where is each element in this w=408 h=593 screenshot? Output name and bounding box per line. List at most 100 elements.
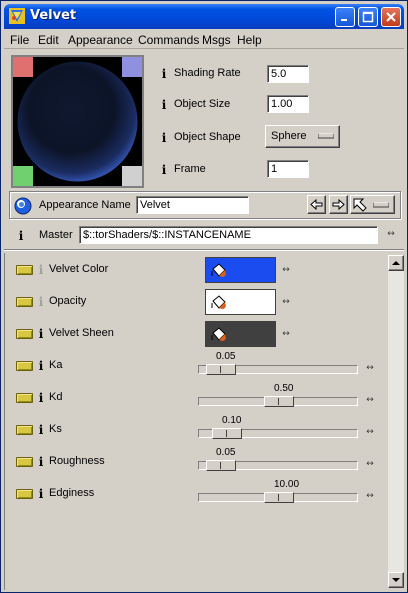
info-icon[interactable]: i — [37, 488, 45, 500]
scroll-down-button[interactable] — [388, 572, 404, 588]
option-menu-icon — [318, 133, 334, 139]
arrow-up-icon — [392, 261, 400, 265]
close-button[interactable] — [381, 7, 401, 27]
param-toggle[interactable] — [16, 361, 33, 371]
link-icon[interactable]: ↔ — [363, 426, 377, 440]
info-icon[interactable]: i — [37, 296, 45, 308]
link-icon[interactable]: ↔ — [384, 228, 398, 242]
minimize-icon — [341, 19, 347, 21]
master-label: Master — [39, 229, 73, 241]
info-icon[interactable]: i — [160, 132, 168, 144]
info-icon[interactable]: i — [160, 99, 168, 111]
master-field[interactable]: $::torShaders/$::INSTANCENAME — [79, 226, 378, 244]
forward-button[interactable] — [329, 195, 348, 214]
title-bar[interactable]: Velvet — [4, 4, 404, 29]
object-shape-dropdown[interactable]: Sphere — [265, 125, 340, 148]
info-icon[interactable]: i — [37, 456, 45, 468]
slider-value: 10.00 — [274, 479, 300, 490]
sphere-preview — [13, 57, 142, 186]
color-swatch[interactable] — [205, 321, 276, 347]
info-icon[interactable]: i — [160, 164, 168, 176]
param-toggle[interactable] — [16, 265, 33, 275]
object-size-field[interactable]: 1.00 — [267, 95, 309, 113]
appearance-name-label: Appearance Name — [39, 199, 131, 211]
shading-rate-field[interactable]: 5.0 — [267, 65, 309, 83]
link-icon[interactable]: ↔ — [363, 490, 377, 504]
frame-field[interactable]: 1 — [267, 160, 309, 178]
param-label: Ka — [49, 359, 63, 371]
param-label: Kd — [49, 391, 63, 403]
menu-msgs[interactable]: Msgs — [202, 33, 231, 47]
minimize-button[interactable] — [335, 7, 355, 27]
pointer-arrow-icon — [353, 198, 367, 212]
slider-value: 0.50 — [274, 383, 294, 394]
arrow-left-icon — [310, 198, 323, 211]
slider-thumb[interactable] — [212, 428, 242, 439]
globe-icon — [14, 197, 32, 215]
menu-edit[interactable]: Edit — [38, 33, 59, 47]
slider-thumb[interactable] — [206, 460, 236, 471]
menu-file[interactable]: File — [10, 33, 29, 47]
param-label: Roughness — [49, 455, 105, 467]
link-icon[interactable]: ↔ — [279, 296, 293, 310]
param-label: Velvet Sheen — [49, 327, 114, 339]
object-size-label: Object Size — [174, 98, 231, 110]
vertical-scrollbar[interactable] — [388, 255, 404, 588]
info-icon[interactable]: i — [37, 328, 45, 340]
link-icon[interactable]: ↔ — [363, 362, 377, 376]
menu-bar: File Edit Appearance Commands Msgs Help — [4, 30, 404, 49]
info-icon[interactable]: i — [37, 360, 45, 372]
param-toggle[interactable] — [16, 457, 33, 467]
slider-track[interactable] — [198, 396, 358, 407]
appearance-name-field[interactable]: Velvet — [136, 196, 249, 214]
param-toggle[interactable] — [16, 489, 33, 499]
param-label: Velvet Color — [49, 263, 109, 275]
info-icon[interactable]: i — [37, 424, 45, 436]
pick-button[interactable] — [350, 195, 395, 214]
link-icon[interactable]: ↔ — [363, 458, 377, 472]
color-swatch[interactable] — [205, 289, 276, 315]
paint-bucket-icon — [211, 263, 226, 277]
slider-thumb[interactable] — [264, 492, 294, 503]
slider-track[interactable] — [198, 428, 358, 439]
paint-bucket-icon — [211, 295, 226, 309]
param-label: Edginess — [49, 487, 95, 499]
info-icon[interactable]: i — [17, 230, 25, 242]
link-icon[interactable]: ↔ — [279, 328, 293, 342]
menu-appearance[interactable]: Appearance — [68, 33, 133, 47]
maximize-button[interactable] — [358, 7, 378, 27]
option-menu-icon — [373, 202, 389, 208]
menu-help[interactable]: Help — [237, 33, 262, 47]
slider-value: 0.05 — [216, 447, 236, 458]
slider-thumb[interactable] — [264, 396, 294, 407]
info-icon[interactable]: i — [160, 68, 168, 80]
info-icon[interactable]: i — [37, 264, 45, 276]
shading-rate-label: Shading Rate — [174, 67, 241, 79]
menu-commands[interactable]: Commands — [138, 33, 199, 47]
back-button[interactable] — [307, 195, 326, 214]
window-title: Velvet — [30, 8, 77, 23]
param-label: Ks — [49, 423, 62, 435]
slider-value: 0.05 — [216, 351, 236, 362]
slider-track[interactable] — [198, 364, 358, 375]
app-icon — [9, 8, 25, 24]
param-toggle[interactable] — [16, 329, 33, 339]
object-shape-value: Sphere — [271, 130, 307, 142]
app-window: Velvet File Edit Appearance Commands Msg… — [0, 0, 408, 593]
arrow-right-icon — [332, 198, 345, 211]
close-icon — [386, 12, 396, 22]
param-toggle[interactable] — [16, 425, 33, 435]
slider-track[interactable] — [198, 460, 358, 471]
object-shape-label: Object Shape — [174, 131, 241, 143]
scroll-up-button[interactable] — [388, 255, 404, 271]
info-icon[interactable]: i — [37, 392, 45, 404]
slider-thumb[interactable] — [206, 364, 236, 375]
maximize-icon — [362, 11, 374, 23]
arrow-down-icon — [392, 578, 400, 582]
param-toggle[interactable] — [16, 393, 33, 403]
param-toggle[interactable] — [16, 297, 33, 307]
link-icon[interactable]: ↔ — [363, 394, 377, 408]
color-swatch[interactable] — [205, 257, 276, 283]
link-icon[interactable]: ↔ — [279, 264, 293, 278]
slider-track[interactable] — [198, 492, 358, 503]
